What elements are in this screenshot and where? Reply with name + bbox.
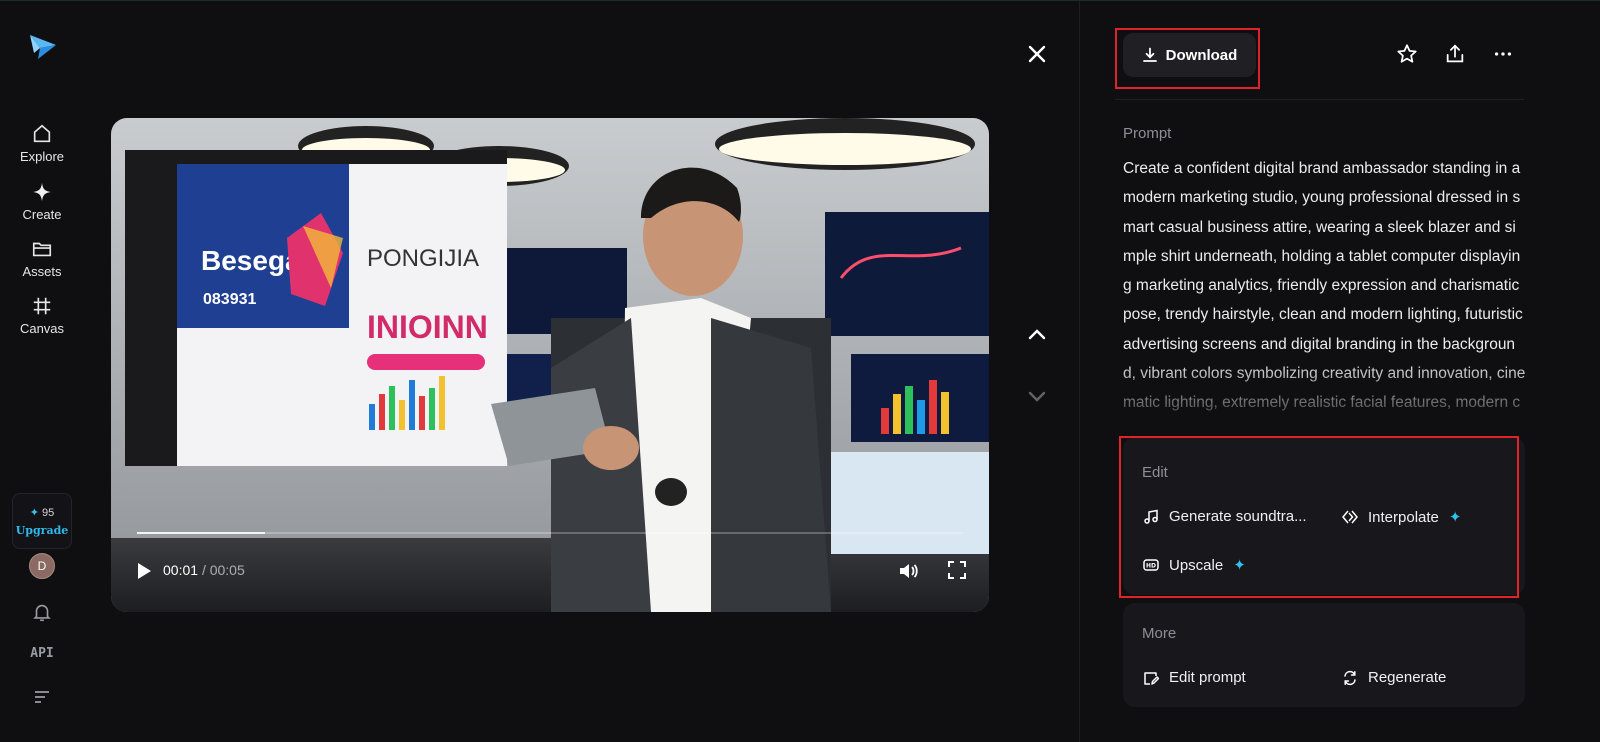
more-card: More Edit prompt Regenerate xyxy=(1123,603,1525,707)
close-icon[interactable] xyxy=(1024,41,1050,67)
svg-text:PONGIJIA: PONGIJIA xyxy=(367,245,479,272)
edit-prompt-icon xyxy=(1144,671,1159,685)
left-nav: Explore Create Assets Canvas ✦ 95 Upgrad… xyxy=(0,1,84,742)
credit-sparkle-icon: ✦ xyxy=(29,506,39,519)
nav-item-explore[interactable]: Explore xyxy=(0,123,84,164)
credits-value: 95 xyxy=(42,506,55,519)
nav-item-canvas[interactable]: Canvas xyxy=(0,295,84,336)
nav-item-create[interactable]: Create xyxy=(0,181,84,222)
edit-prompt-label: Edit prompt xyxy=(1169,669,1246,686)
upgrade-label: Upgrade xyxy=(15,523,69,537)
nav-item-assets[interactable]: Assets xyxy=(0,238,84,279)
play-icon[interactable] xyxy=(136,562,152,580)
nav-label-canvas: Canvas xyxy=(19,321,65,336)
chevron-down-icon[interactable] xyxy=(1026,385,1048,407)
video-progress-fill xyxy=(137,532,266,534)
regenerate-button[interactable]: Regenerate xyxy=(1342,669,1446,686)
share-icon[interactable] xyxy=(1444,43,1466,65)
star-icon[interactable] xyxy=(1396,43,1418,65)
fullscreen-icon[interactable] xyxy=(947,560,967,580)
menu-icon[interactable] xyxy=(33,689,51,705)
panel-header-divider xyxy=(1115,99,1524,100)
prompt-text: Create a confident digital brand ambassa… xyxy=(1123,160,1526,412)
chevron-up-icon[interactable] xyxy=(1026,323,1048,345)
home-icon xyxy=(33,124,51,143)
app-logo-icon[interactable] xyxy=(28,31,58,61)
download-highlight-box xyxy=(1115,28,1260,89)
frame-grid-icon xyxy=(33,297,51,315)
svg-text:083931: 083931 xyxy=(203,291,256,308)
video-player[interactable]: Besega 083931 PONGIJIA INIOINN 00:01 / 0… xyxy=(111,118,989,612)
app-root: Explore Create Assets Canvas ✦ 95 Upgrad… xyxy=(0,0,1600,742)
svg-text:INIOINN: INIOINN xyxy=(367,309,488,345)
avatar[interactable]: D xyxy=(29,553,55,579)
credits-count: ✦ 95 xyxy=(30,506,55,519)
bell-icon[interactable] xyxy=(31,601,53,623)
upgrade-button[interactable]: ✦ 95 Upgrade xyxy=(12,493,72,549)
current-time: 00:01 xyxy=(163,562,199,578)
nav-label-explore: Explore xyxy=(19,149,65,164)
edit-prompt-button[interactable]: Edit prompt xyxy=(1143,669,1246,686)
svg-text:Besega: Besega xyxy=(201,245,301,276)
more-heading: More xyxy=(1142,625,1177,642)
more-options-icon[interactable] xyxy=(1492,43,1514,65)
nav-label-assets: Assets xyxy=(22,264,62,279)
duration: / 00:05 xyxy=(201,562,245,578)
panel-divider xyxy=(1079,1,1080,742)
video-time: 00:01 / 00:05 xyxy=(163,562,245,578)
video-frame-image: Besega 083931 PONGIJIA INIOINN xyxy=(111,118,989,612)
edit-highlight-box xyxy=(1119,436,1519,598)
regenerate-label: Regenerate xyxy=(1368,669,1447,686)
sparkle-icon xyxy=(32,182,52,202)
api-link[interactable]: API xyxy=(0,646,84,661)
regenerate-icon xyxy=(1344,670,1356,685)
folder-icon xyxy=(32,242,52,257)
prompt-heading: Prompt xyxy=(1123,125,1172,142)
nav-label-create: Create xyxy=(22,207,62,222)
video-progress-bar[interactable] xyxy=(137,532,963,534)
volume-icon[interactable] xyxy=(897,560,919,582)
